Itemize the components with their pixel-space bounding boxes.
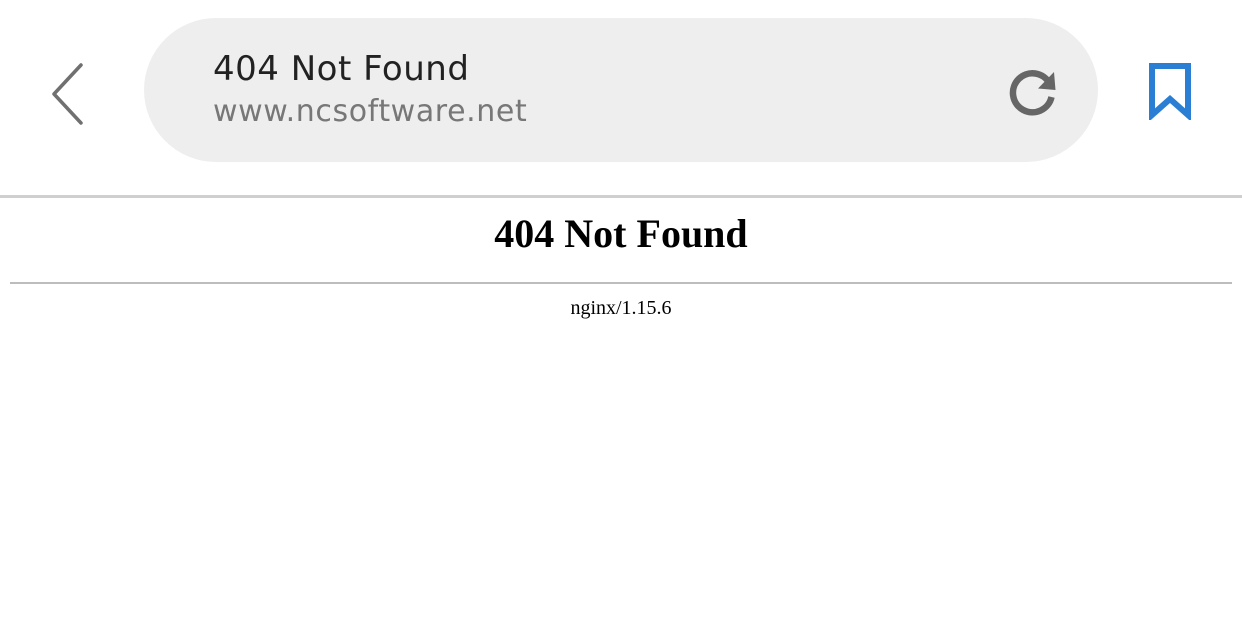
reload-icon (1009, 70, 1056, 116)
url-text: www.ncsoftware.net (213, 94, 528, 129)
browser-window: 404 Not Found www.ncsoftware.net 404 Not… (0, 0, 1242, 637)
tab-page-title: 404 Not Found (213, 49, 470, 89)
reload-button[interactable] (1000, 62, 1064, 126)
address-bar[interactable]: 404 Not Found www.ncsoftware.net (144, 18, 1098, 162)
error-heading: 404 Not Found (494, 211, 748, 256)
back-button[interactable] (40, 50, 100, 130)
bookmark-icon (1149, 63, 1191, 120)
browser-toolbar: 404 Not Found www.ncsoftware.net (0, 0, 1242, 196)
server-signature: nginx/1.15.6 (570, 297, 672, 319)
horizontal-rule (10, 282, 1232, 284)
chevron-left-icon (52, 63, 83, 125)
bookmark-button[interactable] (1140, 56, 1200, 126)
page-content: 404 Not Found nginx/1.15.6 (0, 198, 1242, 637)
